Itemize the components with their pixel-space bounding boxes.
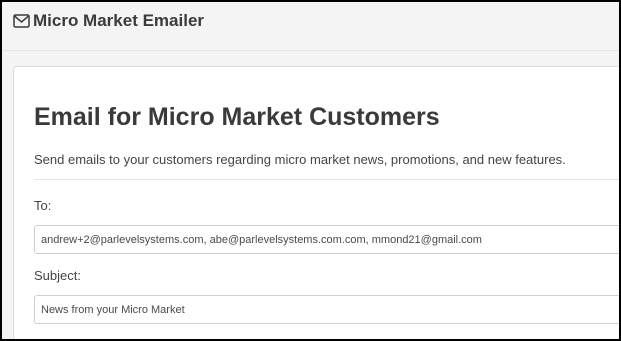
top-bar: Micro Market Emailer — [2, 2, 619, 51]
subject-label: Subject: — [34, 268, 81, 283]
to-label: To: — [34, 198, 52, 213]
page-description: Send emails to your customers regarding … — [34, 152, 566, 167]
subject-input[interactable] — [34, 295, 619, 324]
to-recipients-input[interactable] — [34, 225, 619, 254]
app-window: Micro Market Emailer Email for Micro Mar… — [0, 0, 621, 341]
envelope-icon — [13, 14, 30, 28]
app-title: Micro Market Emailer — [33, 11, 205, 30]
email-form-card: Email for Micro Market Customers Send em… — [13, 66, 619, 339]
divider — [34, 179, 619, 180]
page-title: Email for Micro Market Customers — [34, 103, 440, 131]
